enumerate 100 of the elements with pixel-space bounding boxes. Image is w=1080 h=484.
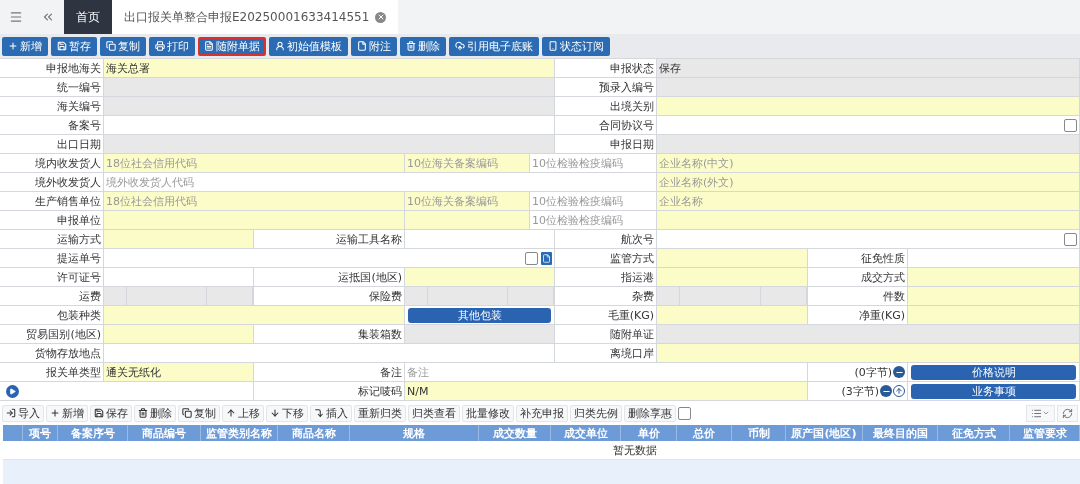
toolbar-button[interactable]: 上移 [222, 404, 264, 422]
tab[interactable]: 首页 [64, 0, 112, 34]
checkbox[interactable] [1064, 118, 1077, 132]
field-label: 运费 [79, 288, 101, 304]
cloud-upload-icon [455, 41, 465, 51]
input-field[interactable] [908, 306, 1080, 325]
action-button[interactable]: 业务事项 [911, 383, 1076, 399]
input-field[interactable] [657, 344, 1080, 363]
minus-icon[interactable] [893, 366, 905, 378]
input-field[interactable] [657, 249, 808, 268]
copy-icon [106, 41, 116, 51]
toolbar-button[interactable]: 暂存 [51, 36, 97, 56]
plus-icon [8, 41, 18, 51]
toolbar-button[interactable]: 附注 [351, 36, 397, 56]
input-field[interactable] [657, 211, 1080, 230]
toolbar-button[interactable]: 复制 [178, 404, 220, 422]
toolbar-button[interactable]: 状态订阅 [542, 36, 610, 56]
input-field[interactable] [908, 249, 1080, 268]
toolbar-button[interactable]: 删除 [134, 404, 176, 422]
field-label: 集装箱数 [358, 326, 402, 342]
field-label: 离境口岸 [610, 345, 654, 361]
toolbar-button[interactable]: 删除享惠 [624, 404, 676, 422]
checkbox[interactable] [525, 251, 538, 265]
action-button[interactable]: 价格说明 [911, 364, 1076, 380]
input-field[interactable]: 海关总署 [104, 59, 555, 78]
input-field[interactable]: 通关无纸化 [104, 363, 254, 382]
field-label: 指运港 [621, 269, 654, 285]
tab[interactable]: 出口报关单整合申报E20250001633414551 [112, 0, 399, 34]
fee-field[interactable] [657, 287, 808, 306]
field-label: 包装种类 [57, 307, 101, 323]
input-field[interactable] [104, 135, 555, 154]
field-label: 毛重(KG) [607, 307, 654, 323]
input-field[interactable] [104, 78, 555, 97]
fee-field[interactable] [405, 287, 555, 306]
toolbar-button[interactable]: 打印 [149, 36, 195, 56]
toolbar-button[interactable]: 插入 [310, 404, 352, 422]
input-field[interactable] [405, 230, 555, 249]
checkbox[interactable] [678, 406, 691, 420]
input-field[interactable] [405, 268, 555, 287]
toolbar-button[interactable]: 下移 [266, 404, 308, 422]
input-field[interactable] [104, 344, 555, 363]
toolbar-button[interactable]: 新增 [46, 404, 88, 422]
input-field[interactable] [405, 211, 530, 230]
input-field[interactable] [657, 230, 1080, 249]
toolbar-button[interactable]: 补充申报 [516, 404, 568, 422]
toolbar-button[interactable]: 随附单据 [198, 36, 266, 56]
minus-icon[interactable] [880, 385, 892, 397]
input-field[interactable]: 保存 [657, 59, 1080, 78]
input-field[interactable] [104, 249, 555, 268]
input-field[interactable]: N/M [405, 382, 808, 401]
toolbar-button[interactable]: 重新归类 [354, 404, 406, 422]
input-field[interactable] [104, 211, 405, 230]
refresh-icon[interactable] [1057, 404, 1078, 422]
toolbar-button[interactable]: 批量修改 [462, 404, 514, 422]
field-label: 境外收发货人 [35, 174, 101, 190]
input-field[interactable]: 备注 [405, 363, 808, 382]
input-field[interactable] [657, 78, 1080, 97]
input-field[interactable] [104, 325, 254, 344]
input-field[interactable] [908, 268, 1080, 287]
field-label: 保险费 [369, 288, 402, 304]
input-field[interactable] [657, 268, 808, 287]
toolbar-button[interactable]: 引用电子底账 [449, 36, 539, 56]
document-icon[interactable] [541, 251, 552, 265]
field-label: 出口日期 [57, 136, 101, 152]
input-field[interactable] [657, 135, 1080, 154]
field-label: 监管方式 [610, 250, 654, 266]
expand-icon[interactable] [6, 384, 19, 398]
fee-field[interactable] [104, 287, 254, 306]
input-field[interactable] [104, 97, 555, 116]
input-field[interactable] [657, 306, 808, 325]
input-field[interactable] [657, 97, 1080, 116]
field-label: 合同协议号 [599, 117, 654, 133]
trash-icon [138, 408, 148, 418]
toolbar-button[interactable]: 删除 [400, 36, 446, 56]
column-list-icon[interactable] [1026, 404, 1055, 422]
input-field[interactable] [104, 230, 254, 249]
input-field[interactable]: 10位检验检疫编码 [530, 154, 657, 173]
input-field[interactable] [657, 116, 1080, 135]
toolbar-button[interactable]: 初始值模板 [269, 36, 348, 56]
action-button[interactable]: 其他包装 [408, 307, 551, 323]
toolbar-button[interactable]: 归类查看 [408, 404, 460, 422]
input-field[interactable] [104, 116, 555, 135]
toolbar-button[interactable]: 归类先例 [570, 404, 622, 422]
field-label: 货物存放地点 [35, 345, 101, 361]
input-field[interactable] [908, 287, 1080, 306]
toolbar-button[interactable]: 导入 [2, 404, 44, 422]
checkbox[interactable] [1064, 232, 1077, 246]
toolbar-button[interactable]: 复制 [100, 36, 146, 56]
input-field[interactable] [104, 268, 254, 287]
close-icon[interactable] [375, 11, 387, 23]
input-field[interactable] [104, 306, 405, 325]
field-label: 件数 [883, 288, 905, 304]
input-field[interactable]: 境外收发货人代码 [104, 173, 657, 192]
toolbar-button[interactable]: 保存 [90, 404, 132, 422]
input-field[interactable] [657, 325, 1080, 344]
toolbar-button[interactable]: 新增 [2, 36, 48, 56]
input-field[interactable]: 10位检验检疫编码 [530, 192, 657, 211]
input-field[interactable]: 10位检验检疫编码 [530, 211, 657, 230]
field-label: 预录入编号 [599, 79, 654, 95]
input-field[interactable] [405, 325, 555, 344]
